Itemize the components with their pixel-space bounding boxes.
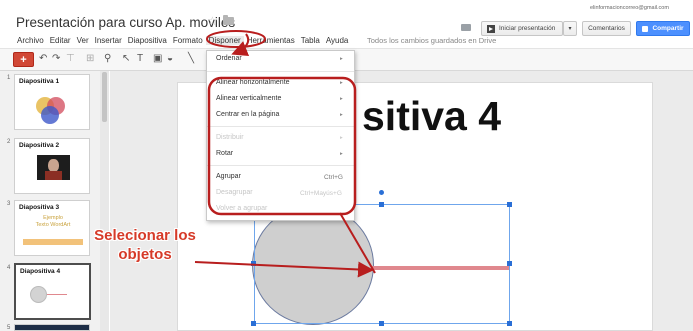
shortcut-desagrupar: Ctrl+Mayús+G <box>300 190 342 197</box>
undo-icon[interactable]: ↶ <box>39 53 47 64</box>
account-email[interactable]: elinformacioncorreo@gmail.com <box>590 5 669 11</box>
slide-title-text[interactable]: sitiva 4 <box>362 93 501 140</box>
slide-thumbnail-2[interactable]: Diapositiva 2 <box>14 138 90 194</box>
circle-shape-thumb <box>30 286 47 303</box>
plus-icon: + <box>20 53 27 66</box>
presentation-dropdown-button[interactable]: ▾ <box>563 21 577 36</box>
start-presentation-label: Iniciar presentación <box>499 25 556 32</box>
resize-handle-b[interactable] <box>379 321 384 326</box>
submenu-arrow-icon: ▸ <box>340 112 343 118</box>
zoom-fit-icon[interactable]: ⊞ <box>86 53 94 64</box>
menu-diapositiva[interactable]: Diapositiva <box>125 36 170 45</box>
selection-box <box>254 204 510 324</box>
scrollbar-thumb[interactable] <box>102 72 107 122</box>
menu-ayuda[interactable]: Ayuda <box>323 36 352 45</box>
menu-tabla[interactable]: Tabla <box>298 36 323 45</box>
menu-item-alinear-verticalmente[interactable]: Alinear verticalmente <box>216 95 281 102</box>
venn-diagram-graphic <box>36 97 65 124</box>
line-shape-thumb <box>47 294 67 295</box>
resize-handle-r[interactable] <box>507 261 512 266</box>
line-tool-icon[interactable]: ╲ <box>188 53 194 64</box>
new-slide-button[interactable]: + <box>13 52 34 67</box>
person-body <box>45 171 62 180</box>
menu-item-desagrupar: Desagrupar <box>216 189 253 196</box>
submenu-arrow-icon: ▸ <box>340 96 343 102</box>
menu-archivo[interactable]: Archivo <box>14 36 47 45</box>
slide-thumb-title: Diapositiva 4 <box>20 268 61 275</box>
wordart-line-1: Ejemplo <box>43 215 63 221</box>
chevron-down-icon: ▾ <box>568 26 572 32</box>
lock-icon <box>642 25 649 32</box>
resize-handle-l[interactable] <box>251 261 256 266</box>
slide-thumbnail-4[interactable]: Diapositiva 4 <box>14 263 91 320</box>
resize-handle-br[interactable] <box>507 321 512 326</box>
start-presentation-button[interactable]: Iniciar presentación <box>481 21 563 36</box>
menu-insertar[interactable]: Insertar <box>92 36 125 45</box>
play-icon <box>487 24 495 33</box>
table-graphic <box>23 239 83 245</box>
paint-format-icon[interactable]: ⊤ <box>66 53 75 64</box>
save-status: Todos los cambios guardados en Drive <box>367 36 497 45</box>
shortcut-agrupar: Ctrl+G <box>324 174 343 181</box>
redo-icon[interactable]: ↷ <box>52 53 60 64</box>
menu-formato[interactable]: Formato <box>170 36 206 45</box>
resize-handle-bl[interactable] <box>251 321 256 326</box>
comments-button[interactable]: Comentarios <box>582 21 631 36</box>
menu-item-alinear-horizontalmente[interactable]: Alinear horizontalmente <box>216 79 290 86</box>
star-icon[interactable]: ☆ <box>207 14 218 28</box>
resize-handle-tr[interactable] <box>507 202 512 207</box>
shape-tool-icon[interactable]: ◒ <box>167 53 173 64</box>
video-thumbnail <box>37 155 70 180</box>
menu-item-ordenar[interactable]: Ordenar <box>216 55 242 62</box>
slide-number: 2 <box>7 139 11 145</box>
menu-ver[interactable]: Ver <box>74 36 92 45</box>
menu-item-centrar-en-la-pagina[interactable]: Centrar en la página <box>216 111 279 118</box>
menu-bar: Archivo Editar Ver Insertar Diapositiva … <box>14 36 351 45</box>
slide-number: 3 <box>7 201 11 207</box>
menu-item-volver-a-agrupar: Volver a agrupar <box>216 205 268 212</box>
slide-number: 5 <box>7 325 11 331</box>
share-button[interactable]: Compartir <box>636 21 690 36</box>
submenu-arrow-icon: ▸ <box>340 151 343 157</box>
slide-number: 4 <box>7 265 11 271</box>
submenu-arrow-icon: ▸ <box>340 80 343 86</box>
comment-icon[interactable] <box>461 24 471 31</box>
slide-thumbnail-1[interactable]: Diapositiva 1 <box>14 74 90 130</box>
menu-disponer[interactable]: Disponer <box>205 36 244 45</box>
menu-item-agrupar[interactable]: Agrupar <box>216 173 241 180</box>
rotate-handle[interactable] <box>379 190 384 195</box>
zoom-icon[interactable]: ⚲ <box>104 53 111 64</box>
slide-number: 1 <box>7 75 11 81</box>
submenu-arrow-icon: ▸ <box>340 56 343 62</box>
select-tool-icon[interactable]: ↖ <box>122 53 130 64</box>
slide-thumb-title: Diapositiva 3 <box>19 204 60 211</box>
slide-thumbnail-5[interactable] <box>14 324 90 331</box>
submenu-arrow-icon: ▸ <box>340 135 343 141</box>
menu-item-distribuir: Distribuir <box>216 134 244 141</box>
menu-editar[interactable]: Editar <box>47 36 74 45</box>
image-tool-icon[interactable]: ▣ <box>153 53 162 64</box>
document-title[interactable]: Presentación para curso Ap. moviles <box>16 15 235 30</box>
slide-thumb-title: Diapositiva 2 <box>19 142 60 149</box>
resize-handle-t[interactable] <box>379 202 384 207</box>
menu-divider <box>207 126 354 127</box>
menu-divider <box>207 165 354 166</box>
menu-divider <box>207 71 354 72</box>
textbox-tool-icon[interactable]: T <box>137 53 143 64</box>
menu-item-rotar[interactable]: Rotar <box>216 150 233 157</box>
menu-herramientas[interactable]: Herramientas <box>244 36 298 45</box>
folder-icon[interactable] <box>223 15 234 25</box>
share-label: Compartir <box>652 25 684 32</box>
annotation-text: Selecionar los objetos <box>94 227 196 263</box>
